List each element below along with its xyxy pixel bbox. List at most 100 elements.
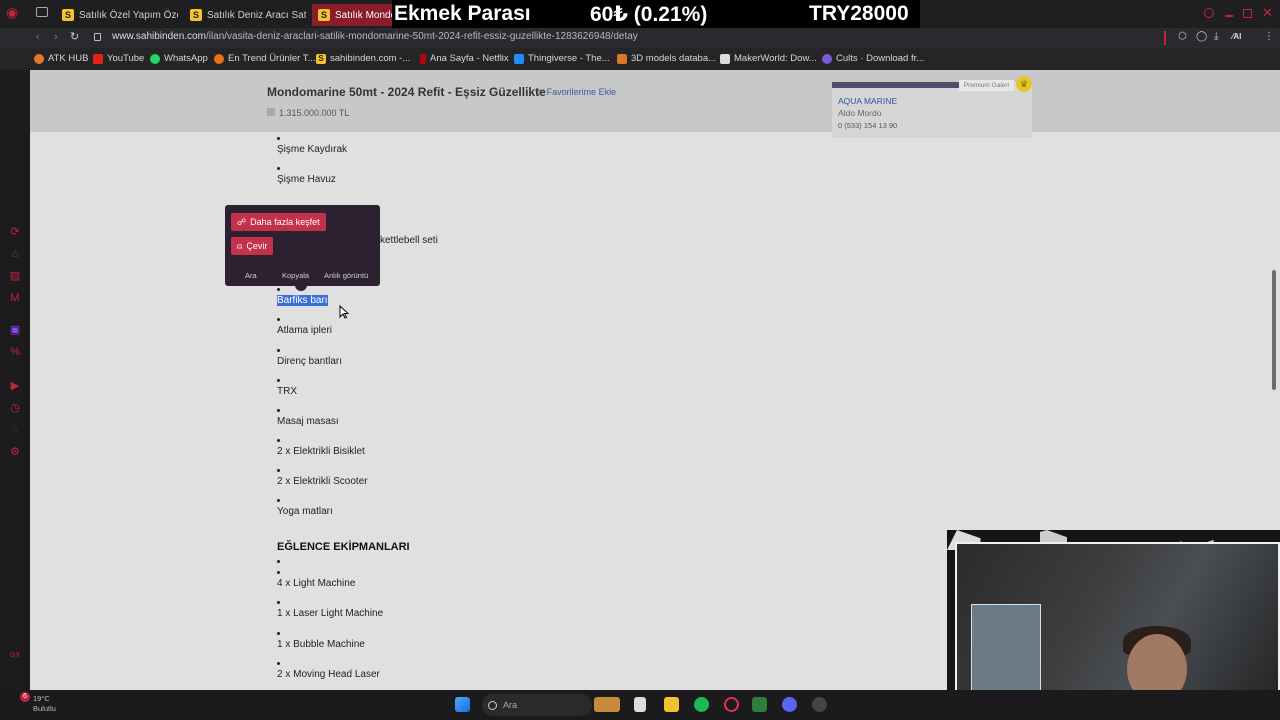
task-view-icon[interactable] xyxy=(634,697,646,712)
sidebar-toggle-icon[interactable] xyxy=(1164,31,1166,45)
list-item: 2 x Moving Head Laser xyxy=(277,669,380,680)
search-icon xyxy=(488,700,497,710)
workspaces-icon[interactable] xyxy=(36,7,48,17)
list-bullet xyxy=(277,349,280,352)
list-bullet xyxy=(277,571,280,574)
list-bullet xyxy=(277,167,280,170)
tab-1[interactable]: S Satılık Deniz Aracı Satılık İl xyxy=(184,4,306,26)
bookmark-makerworld[interactable]: MakerWorld: Dow... xyxy=(720,53,817,64)
bookmark-cults[interactable]: Cults · Download fr... xyxy=(822,53,924,64)
url-field[interactable]: www.sahibinden.com/ilan/vasita-deniz-ara… xyxy=(112,31,638,42)
url-domain: www.sahibinden.com xyxy=(112,31,206,42)
sidebar-gx-icon[interactable]: GX xyxy=(9,650,21,662)
list-item: Direnç bantları xyxy=(277,356,343,367)
selected-list-item[interactable]: Barfiks barı xyxy=(277,295,328,306)
bookmark-netflix[interactable]: Ana Sayfa - Netflix xyxy=(420,53,509,64)
list-bullet xyxy=(277,469,280,472)
translate-icon: ⍝ xyxy=(237,240,243,251)
close-icon[interactable]: ✕ xyxy=(1262,5,1273,21)
listing-price: 1.315.000.000 TL xyxy=(267,108,349,118)
page-scrollbar[interactable] xyxy=(1272,270,1276,390)
seller-phone: 0 (533) 154 13 90 xyxy=(838,121,898,130)
spotify-icon[interactable] xyxy=(694,697,709,712)
popup-copy-action[interactable]: Kopyala xyxy=(282,271,309,280)
sidebar-chat-icon[interactable]: ◌ xyxy=(9,424,21,436)
list-item: Şişme Havuz xyxy=(277,174,336,185)
back-icon[interactable]: ‹ xyxy=(36,31,40,43)
weather-widget[interactable]: 19°C Bulutlu xyxy=(33,694,56,714)
extensions-icon[interactable]: ⬡ xyxy=(1178,31,1187,42)
maximize-icon[interactable] xyxy=(1243,9,1252,18)
sidebar-bag-icon[interactable]: ⌂ xyxy=(9,248,21,260)
opera-gx-icon[interactable] xyxy=(724,697,739,712)
sidebar-clock-icon[interactable]: ◷ xyxy=(9,402,21,414)
sidebar-play-icon[interactable]: ▶ xyxy=(9,380,21,392)
bookmark-thingiverse[interactable]: Thingiverse - The... xyxy=(514,53,610,64)
widgets-icon[interactable] xyxy=(594,697,620,712)
bookmark-en-trend[interactable]: En Trend Ürünler T... xyxy=(214,53,315,64)
translate-button[interactable]: ⍝ Çevir xyxy=(231,237,274,255)
weather-condition: Bulutlu xyxy=(33,704,56,713)
sidebar-m-icon[interactable]: M xyxy=(9,292,21,304)
sidebar-percent-icon[interactable]: % xyxy=(9,346,21,358)
whatsapp-icon xyxy=(150,53,160,64)
search-icon[interactable] xyxy=(1204,8,1214,18)
list-bullet xyxy=(277,632,280,635)
menu-icon[interactable]: ⋮ xyxy=(1264,31,1274,42)
list-item: Şişme Kaydırak xyxy=(277,144,348,155)
popup-snapshot-action[interactable]: Anlık görüntü xyxy=(324,271,368,280)
bookmark-label: sahibinden.com -... xyxy=(330,53,411,64)
bookmark-3d-models[interactable]: 3D models databa... xyxy=(617,53,716,64)
ticker-label: Ekmek Parası xyxy=(394,2,531,25)
discord-icon[interactable] xyxy=(782,697,797,712)
url-path: /ilan/vasita-deniz-araclari-satilik-mond… xyxy=(205,31,638,42)
file-explorer-icon[interactable] xyxy=(664,697,679,712)
3d-models-icon xyxy=(617,53,627,64)
makerworld-icon xyxy=(720,53,730,64)
en-trend-icon xyxy=(214,53,224,64)
profile-icon[interactable]: ◯ xyxy=(1196,31,1207,42)
notification-badge[interactable]: 6 xyxy=(20,692,30,702)
premium-medal-icon: ♛ xyxy=(1016,76,1032,92)
forward-icon[interactable]: › xyxy=(54,31,58,43)
lock-icon xyxy=(94,33,101,41)
list-item: 2 x Elektrikli Scooter xyxy=(277,476,368,487)
list-bullet xyxy=(277,409,280,412)
app-icon[interactable] xyxy=(752,697,767,712)
seller-shop-name[interactable]: AQUA MARINE xyxy=(838,96,897,106)
list-bullet xyxy=(277,318,280,321)
bookmark-label: Ana Sayfa - Netflix xyxy=(430,53,509,64)
start-icon[interactable] xyxy=(455,697,470,712)
sahibinden-icon: S xyxy=(316,53,326,64)
bookmark-atk-hub[interactable]: ATK HUB xyxy=(34,53,88,64)
add-favorite-link[interactable]: ☆ Favorilerime Ekle xyxy=(536,87,616,98)
mouse-cursor-icon xyxy=(339,305,349,319)
bookmark-youtube[interactable]: YouTube xyxy=(93,53,144,64)
price-value: 1.315.000.000 TL xyxy=(279,108,350,118)
seller-person: Aldo Mordo xyxy=(838,108,882,118)
list-bullet xyxy=(277,499,280,502)
tab-0[interactable]: S Satılık Özel Yapım Özel Yap xyxy=(56,4,178,26)
bookmark-whatsapp[interactable]: WhatsApp xyxy=(150,53,208,64)
browser-logo-icon[interactable]: ◉ xyxy=(6,4,20,22)
explore-more-button[interactable]: ☍ Daha fazla keşfet xyxy=(231,213,326,231)
steam-icon[interactable] xyxy=(812,697,827,712)
selection-popup: ☍ Daha fazla keşfet ⍝ Çevir Ara Kopyala An… xyxy=(225,205,380,291)
sidebar-twitch-icon[interactable]: ▣ xyxy=(9,324,21,336)
popup-search-action[interactable]: Ara xyxy=(245,271,257,280)
translate-label: Çevir xyxy=(246,241,268,251)
ai-icon[interactable]: ⁄AI xyxy=(1232,32,1241,41)
tab-2[interactable]: S Satılık Mondo 4 xyxy=(312,4,392,26)
reload-icon[interactable]: ↻ xyxy=(70,30,79,43)
sidebar-settings-icon[interactable]: ⚙ xyxy=(9,446,21,458)
listing-title: Mondomarine 50mt - 2024 Refit - Eşsiz Gü… xyxy=(267,85,546,99)
sidebar-loop-icon[interactable]: ⟳ xyxy=(9,226,21,238)
download-icon[interactable]: ⤓ xyxy=(1214,31,1218,42)
bookmark-label: ATK HUB xyxy=(48,53,89,64)
weather-temperature: 19°C xyxy=(33,694,50,703)
sidebar-pattern-icon[interactable]: ▨ xyxy=(9,270,21,282)
taskbar-search[interactable]: Ara xyxy=(482,694,592,716)
list-bullet xyxy=(277,439,280,442)
bookmark-sahibinden[interactable]: Ssahibinden.com -... xyxy=(316,53,410,64)
minimize-icon[interactable] xyxy=(1225,15,1233,17)
